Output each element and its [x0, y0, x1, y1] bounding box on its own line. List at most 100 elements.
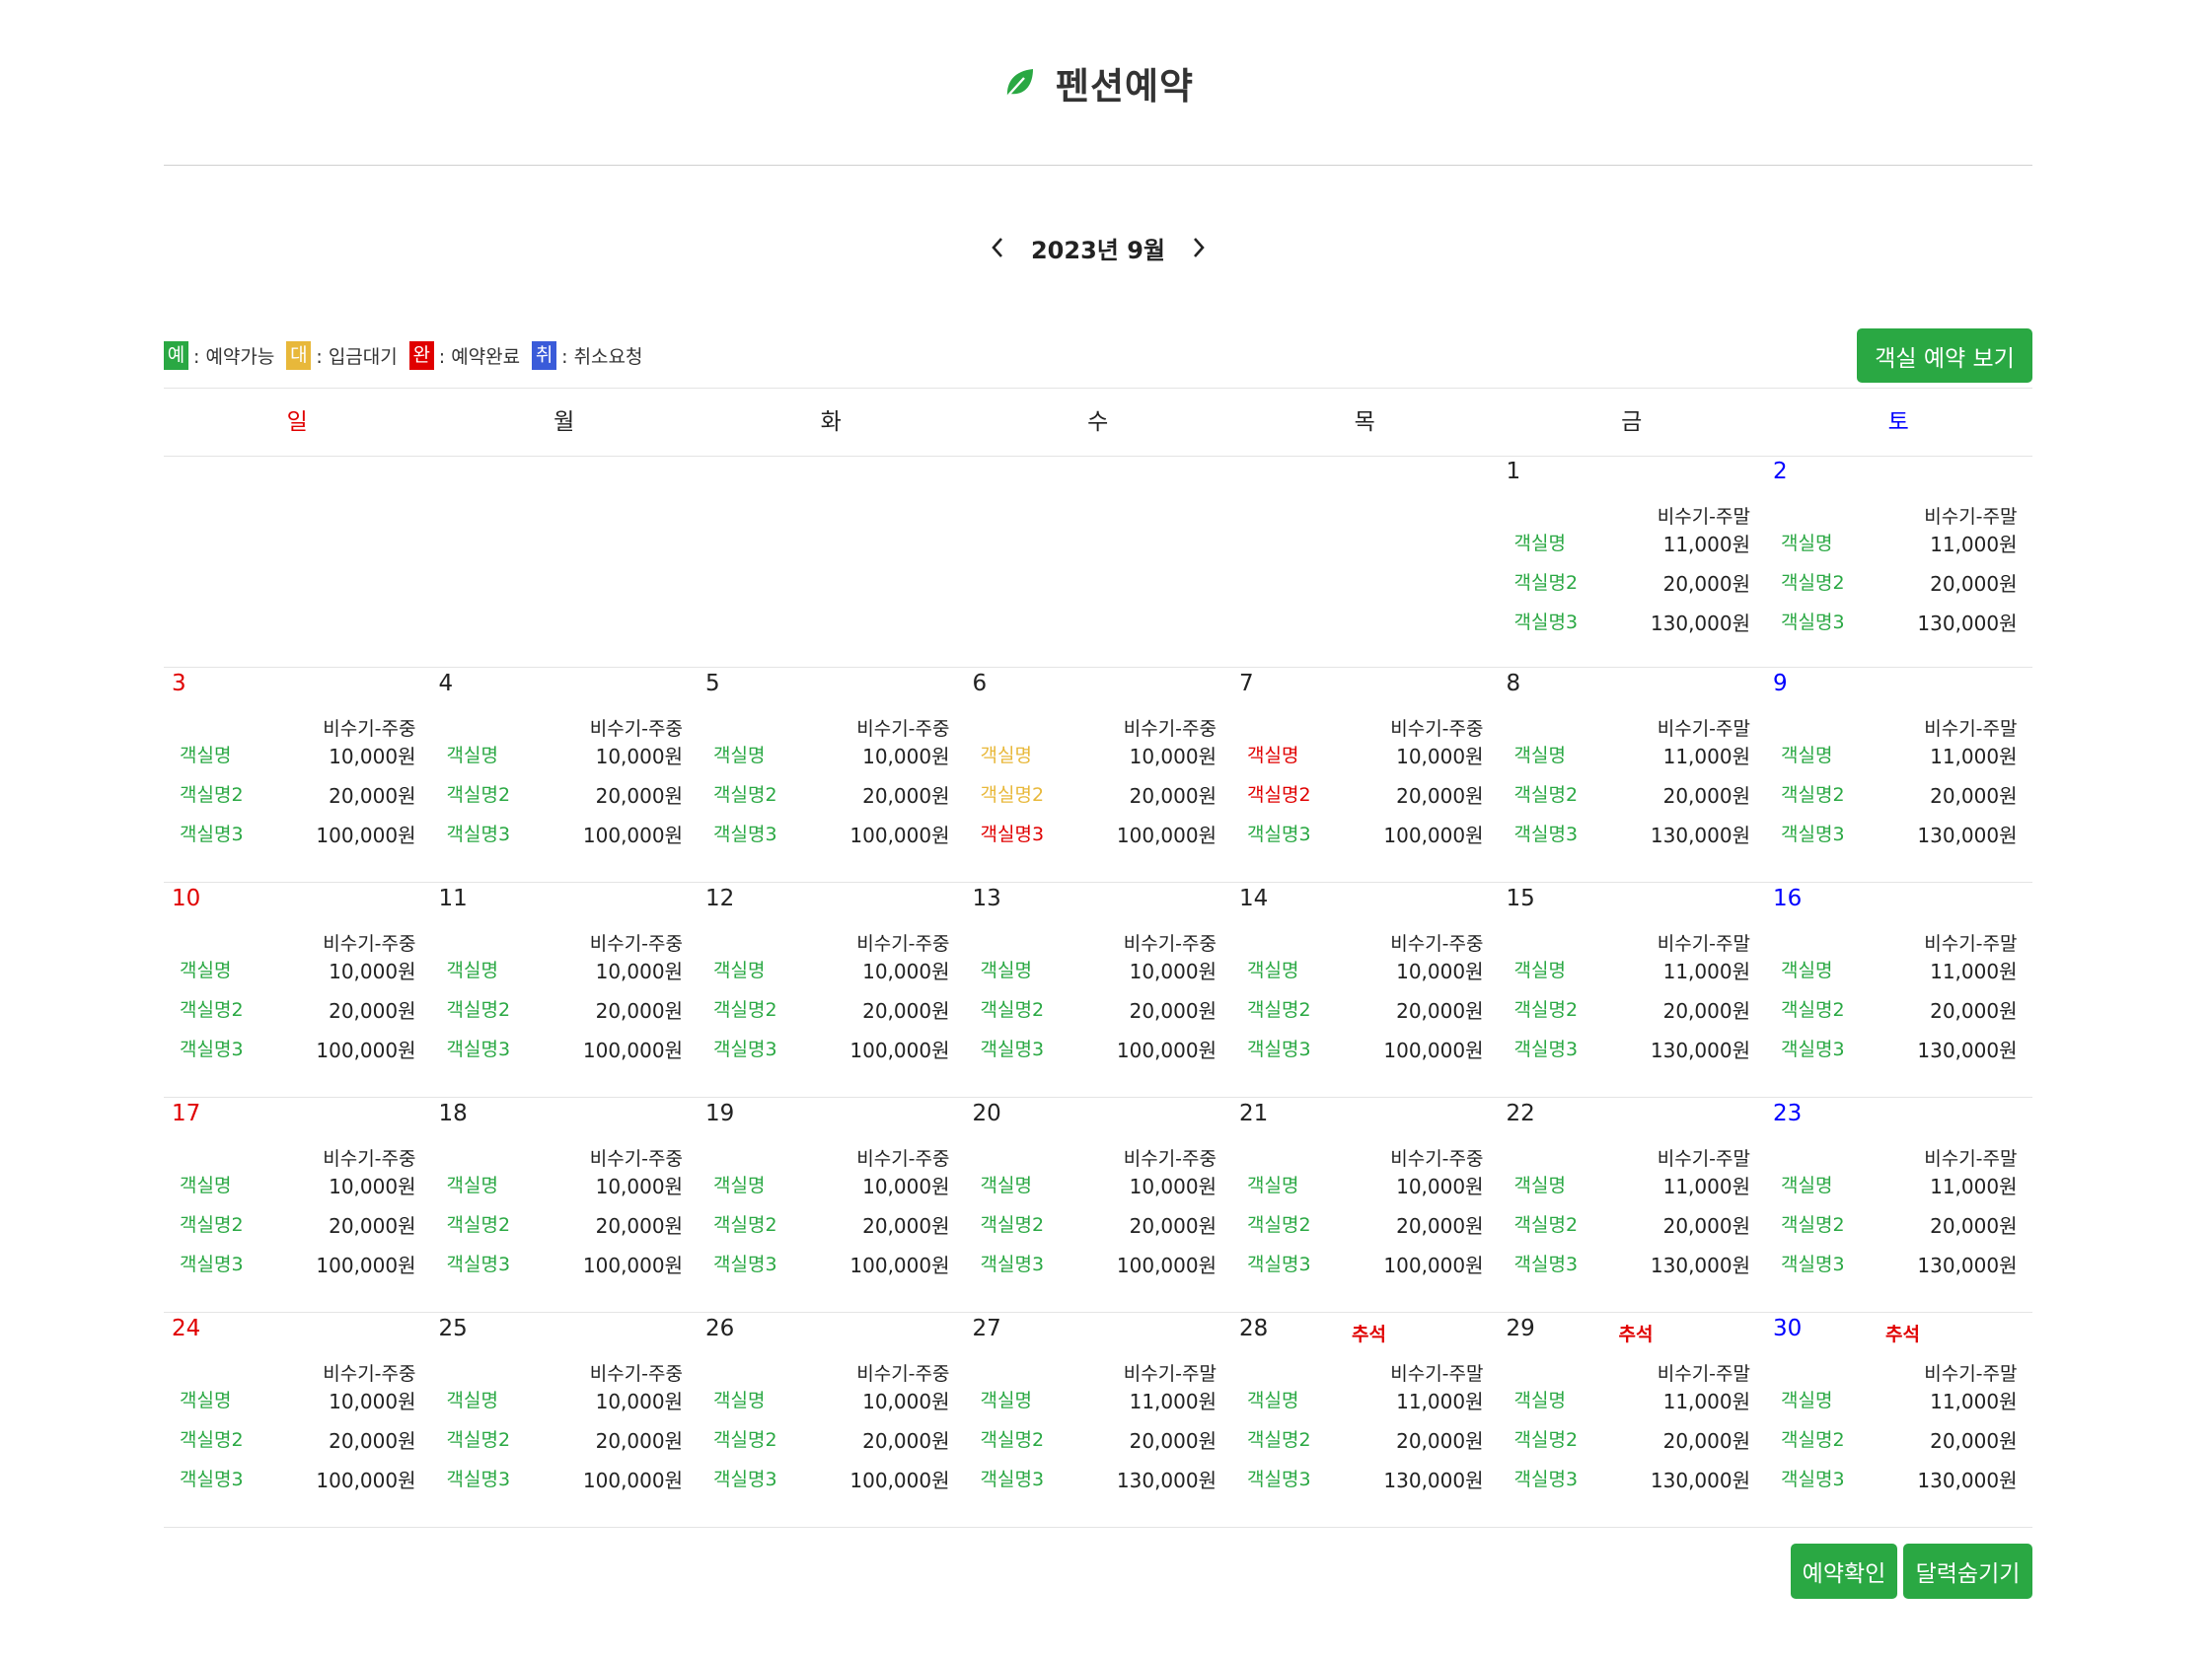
- room-name-link[interactable]: 객실명2: [447, 780, 511, 807]
- room-name-link[interactable]: 객실명2: [1781, 995, 1845, 1022]
- room-name-link[interactable]: 객실명3: [1781, 1465, 1845, 1491]
- room-name-link[interactable]: 객실명2: [180, 995, 244, 1022]
- room-name-link[interactable]: 객실명2: [1514, 568, 1579, 595]
- room-name-link[interactable]: 객실명: [180, 1386, 231, 1412]
- room-name-link[interactable]: 객실명2: [713, 1425, 777, 1452]
- room-name-link[interactable]: 객실명2: [1247, 1210, 1311, 1237]
- room-name-link[interactable]: 객실명2: [180, 1425, 244, 1452]
- calendar-week: 17 비수기-주중 객실명 10,000원 객실명2 20,000원 객실명3 100,000…: [164, 1098, 2032, 1313]
- room-name-link[interactable]: 객실명: [180, 741, 231, 767]
- room-name-link[interactable]: 객실명3: [981, 820, 1045, 846]
- room-name-link[interactable]: 객실명3: [180, 1465, 244, 1491]
- room-name-link[interactable]: 객실명3: [447, 1250, 511, 1276]
- prev-month-button[interactable]: [978, 228, 1017, 267]
- room-name-link[interactable]: 객실명: [1247, 741, 1298, 767]
- room-name-link[interactable]: 객실명: [1781, 1171, 1832, 1197]
- room-name-link[interactable]: 객실명: [1514, 1171, 1566, 1197]
- room-name-link[interactable]: 객실명3: [180, 820, 244, 846]
- room-name-link[interactable]: 객실명2: [1247, 995, 1311, 1022]
- room-name-link[interactable]: 객실명: [981, 956, 1032, 982]
- room-name-link[interactable]: 객실명2: [180, 1210, 244, 1237]
- room-name-link[interactable]: 객실명: [447, 1386, 498, 1412]
- room-name-link[interactable]: 객실명3: [447, 820, 511, 846]
- room-name-link[interactable]: 객실명2: [1514, 780, 1579, 807]
- room-list: 객실명 10,000원 객실명2 20,000원 객실명3 100,000원: [164, 956, 416, 1074]
- room-name-link[interactable]: 객실명: [1247, 956, 1298, 982]
- room-name-link[interactable]: 객실명2: [447, 995, 511, 1022]
- room-name-link[interactable]: 객실명: [981, 1386, 1032, 1412]
- room-name-link[interactable]: 객실명3: [447, 1465, 511, 1491]
- room-name-link[interactable]: 객실명3: [981, 1465, 1045, 1491]
- room-name-link[interactable]: 객실명2: [1514, 1425, 1579, 1452]
- room-name-link[interactable]: 객실명3: [713, 1465, 777, 1491]
- room-name-link[interactable]: 객실명: [1781, 956, 1832, 982]
- room-name-link[interactable]: 객실명: [1781, 741, 1832, 767]
- room-name-link[interactable]: 객실명3: [1514, 820, 1579, 846]
- room-name-link[interactable]: 객실명2: [981, 1210, 1045, 1237]
- room-name-link[interactable]: 객실명3: [1514, 1465, 1579, 1491]
- room-name-link[interactable]: 객실명2: [1781, 1210, 1845, 1237]
- room-name-link[interactable]: 객실명3: [1514, 608, 1579, 634]
- room-name-link[interactable]: 객실명: [180, 1171, 231, 1197]
- room-name-link[interactable]: 객실명3: [1514, 1035, 1579, 1061]
- room-name-link[interactable]: 객실명3: [1247, 1250, 1311, 1276]
- room-name-link[interactable]: 객실명: [713, 1171, 765, 1197]
- room-name-link[interactable]: 객실명: [447, 956, 498, 982]
- room-name-link[interactable]: 객실명2: [447, 1210, 511, 1237]
- room-name-link[interactable]: 객실명3: [1781, 820, 1845, 846]
- hide-calendar-button[interactable]: 달력숨기기: [1903, 1544, 2032, 1599]
- room-name-link[interactable]: 객실명: [981, 1171, 1032, 1197]
- room-name-link[interactable]: 객실명3: [713, 820, 777, 846]
- room-name-link[interactable]: 객실명: [447, 741, 498, 767]
- room-name-link[interactable]: 객실명2: [1781, 780, 1845, 807]
- next-month-button[interactable]: [1179, 228, 1218, 267]
- room-name-link[interactable]: 객실명3: [1781, 608, 1845, 634]
- room-name-link[interactable]: 객실명: [1514, 956, 1566, 982]
- room-name-link[interactable]: 객실명2: [713, 995, 777, 1022]
- room-name-link[interactable]: 객실명2: [1247, 780, 1311, 807]
- confirm-reservation-button[interactable]: 예약확인: [1791, 1544, 1897, 1599]
- room-name-link[interactable]: 객실명3: [713, 1250, 777, 1276]
- room-name-link[interactable]: 객실명3: [981, 1250, 1045, 1276]
- room-name-link[interactable]: 객실명: [981, 741, 1032, 767]
- view-room-reservations-button[interactable]: 객실 예약 보기: [1857, 328, 2032, 383]
- room-name-link[interactable]: 객실명2: [713, 780, 777, 807]
- room-name-link[interactable]: 객실명: [180, 956, 231, 982]
- room-name-link[interactable]: 객실명3: [713, 1035, 777, 1061]
- room-name-link[interactable]: 객실명: [1247, 1386, 1298, 1412]
- room-name-link[interactable]: 객실명: [713, 1386, 765, 1412]
- room-price: 20,000원: [862, 999, 950, 1023]
- room-name-link[interactable]: 객실명3: [1247, 1035, 1311, 1061]
- room-row: 객실명 10,000원: [164, 1386, 416, 1425]
- room-name-link[interactable]: 객실명: [1781, 1386, 1832, 1412]
- room-name-link[interactable]: 객실명3: [180, 1035, 244, 1061]
- room-name-link[interactable]: 객실명2: [1247, 1425, 1311, 1452]
- room-name-link[interactable]: 객실명2: [1514, 995, 1579, 1022]
- room-name-link[interactable]: 객실명2: [180, 780, 244, 807]
- room-name-link[interactable]: 객실명2: [981, 995, 1045, 1022]
- room-name-link[interactable]: 객실명2: [1514, 1210, 1579, 1237]
- room-price: 100,000원: [1116, 1254, 1217, 1277]
- room-name-link[interactable]: 객실명2: [713, 1210, 777, 1237]
- room-name-link[interactable]: 객실명: [1781, 529, 1832, 555]
- room-name-link[interactable]: 객실명: [713, 741, 765, 767]
- room-name-link[interactable]: 객실명3: [1514, 1250, 1579, 1276]
- room-name-link[interactable]: 객실명3: [1247, 820, 1311, 846]
- room-name-link[interactable]: 객실명3: [1781, 1035, 1845, 1061]
- room-name-link[interactable]: 객실명: [1514, 529, 1566, 555]
- room-name-link[interactable]: 객실명: [447, 1171, 498, 1197]
- room-name-link[interactable]: 객실명: [713, 956, 765, 982]
- room-name-link[interactable]: 객실명: [1247, 1171, 1298, 1197]
- room-name-link[interactable]: 객실명3: [447, 1035, 511, 1061]
- room-name-link[interactable]: 객실명3: [1781, 1250, 1845, 1276]
- room-name-link[interactable]: 객실명2: [981, 780, 1045, 807]
- room-name-link[interactable]: 객실명3: [1247, 1465, 1311, 1491]
- room-name-link[interactable]: 객실명2: [981, 1425, 1045, 1452]
- room-name-link[interactable]: 객실명3: [180, 1250, 244, 1276]
- room-name-link[interactable]: 객실명2: [447, 1425, 511, 1452]
- room-name-link[interactable]: 객실명2: [1781, 1425, 1845, 1452]
- room-name-link[interactable]: 객실명3: [981, 1035, 1045, 1061]
- room-name-link[interactable]: 객실명: [1514, 1386, 1566, 1412]
- room-name-link[interactable]: 객실명: [1514, 741, 1566, 767]
- room-name-link[interactable]: 객실명2: [1781, 568, 1845, 595]
